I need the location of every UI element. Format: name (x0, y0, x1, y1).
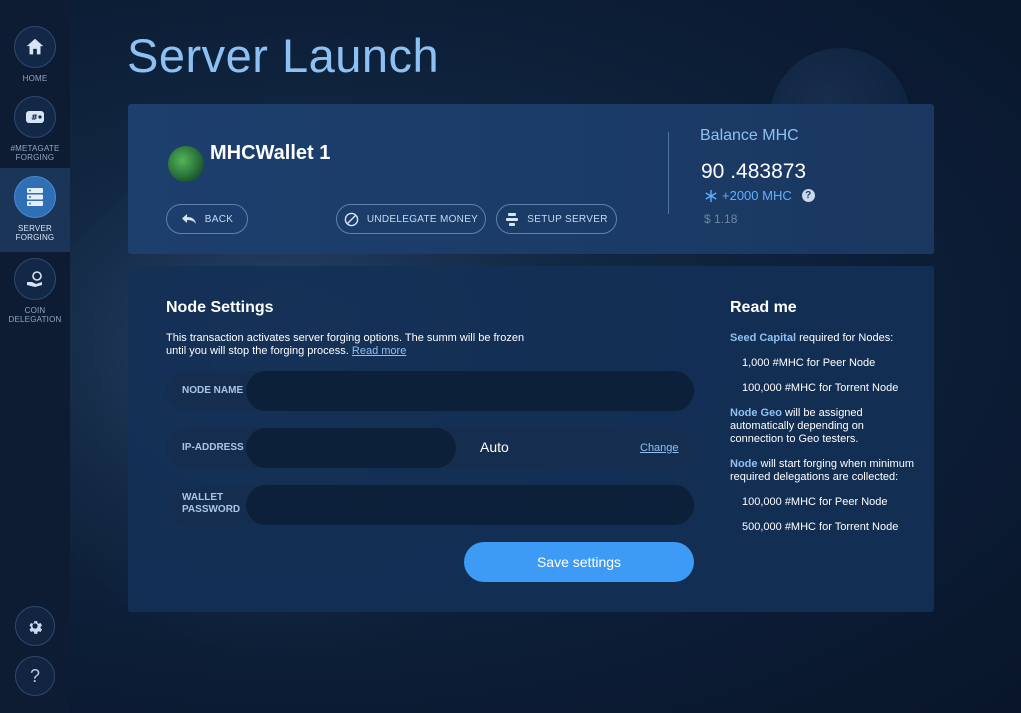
server-icon (14, 176, 56, 218)
save-settings-button[interactable]: Save settings (464, 542, 694, 582)
svg-text:#: # (31, 113, 38, 122)
balance-usd: $ 1.18 (704, 212, 738, 226)
ip-change-link[interactable]: Change (640, 442, 679, 454)
readme-title: Read me (730, 299, 797, 316)
node-name-input[interactable] (246, 371, 694, 411)
node-geo-highlight: Node Geo (730, 407, 782, 419)
back-label: BACK (204, 213, 234, 225)
block-icon (344, 212, 359, 226)
sidebar-item-server-forging[interactable]: SERVER FORGING (0, 168, 70, 252)
readme-node: Node will start forging when minimum req… (730, 458, 920, 484)
wallet-password-input[interactable] (246, 485, 694, 525)
divider (668, 132, 669, 214)
gear-icon (29, 621, 43, 634)
readme-deleg-torrent: 500,000 #MHC for Torrent Node (742, 521, 899, 533)
sidebar: HOME # #METAGATE FORGING SERVER FORGING … (0, 0, 70, 713)
description-text: This transaction activates server forgin… (166, 332, 525, 357)
sidebar-item-home[interactable]: HOME (0, 26, 70, 90)
sidebar-item-label: COIN DELEGATION (8, 306, 62, 324)
page-title: Server Launch (127, 29, 440, 82)
readme-geo: Node Geo will be assigned automatically … (730, 407, 920, 446)
password-label-line-2: PASSWORD (182, 504, 241, 515)
ip-address-input[interactable] (246, 428, 456, 468)
back-button[interactable]: BACK (166, 204, 248, 234)
sidebar-item-coin-delegation[interactable]: COIN DELEGATION (0, 258, 70, 328)
node-settings-title: Node Settings (166, 299, 274, 316)
password-label-line-1: WALLET (182, 492, 224, 503)
help-label: ? (29, 665, 40, 686)
sidebar-item-label: #METAGATE FORGING (10, 144, 60, 162)
sidebar-item-label: HOME (22, 74, 48, 83)
bonus-amount: +2000 MHC (722, 188, 792, 203)
undelegate-label: UNDELEGATE MONEY (366, 213, 479, 225)
node-name-label: NODE NAME (182, 385, 244, 396)
readme-seed-peer: 1,000 #MHC for Peer Node (742, 357, 876, 369)
readme-seed-torrent: 100,000 #MHC for Torrent Node (742, 382, 899, 394)
app-window: HOME # #METAGATE FORGING SERVER FORGING … (0, 0, 1021, 713)
sidebar-item-metagate-forging[interactable]: # #METAGATE FORGING (0, 96, 70, 166)
read-more-link[interactable]: Read more (352, 345, 406, 357)
ip-auto-value: Auto (480, 439, 509, 455)
readme-panel: Seed Capital required for Nodes: 1,000 #… (730, 332, 920, 534)
help-button[interactable]: ? (15, 656, 55, 696)
readme-deleg-peer: 100,000 #MHC for Peer Node (742, 496, 888, 508)
balance-bonus: +2000 MHC ? (704, 188, 815, 203)
node-name-field: NODE NAME (166, 371, 694, 411)
balance-value: 90 .483873 (701, 160, 807, 183)
node-settings-description: This transaction activates server forgin… (166, 332, 546, 358)
wallet-password-label: WALLET PASSWORD (182, 492, 240, 516)
seed-capital-text: required for Nodes: (796, 332, 894, 344)
setup-server-button[interactable]: SETUP SERVER (496, 204, 617, 234)
bonus-help-icon[interactable]: ? (801, 189, 815, 202)
ip-address-label: IP-ADDRESS (182, 442, 244, 453)
node-highlight: Node (730, 458, 758, 470)
node-text: will start forging when minimum required… (730, 458, 914, 483)
wallet-card: MHCWallet 1 BACK UNDELEGATE MONEY SETUP … (128, 104, 934, 254)
node-settings-card: Node Settings This transaction activates… (128, 266, 934, 612)
wallet-icon: # (14, 96, 56, 138)
sidebar-item-label: SERVER FORGING (15, 224, 55, 242)
settings-button[interactable] (15, 606, 55, 646)
snowflake-icon (705, 189, 717, 202)
ip-address-field: IP-ADDRESS Auto Change (166, 428, 694, 468)
home-icon (14, 26, 56, 68)
setup-label: SETUP SERVER (527, 213, 608, 225)
setup-server-icon (506, 212, 519, 226)
wallet-password-field: WALLET PASSWORD (166, 485, 694, 525)
seed-capital-highlight: Seed Capital (730, 332, 797, 344)
undelegate-money-button[interactable]: UNDELEGATE MONEY (336, 204, 486, 234)
wallet-name: MHCWallet 1 (210, 142, 331, 164)
back-arrow-icon (181, 214, 196, 224)
hand-coin-icon (14, 258, 56, 300)
readme-seed: Seed Capital required for Nodes: (730, 332, 920, 345)
avatar (168, 146, 204, 182)
balance-title: Balance MHC (700, 127, 799, 144)
